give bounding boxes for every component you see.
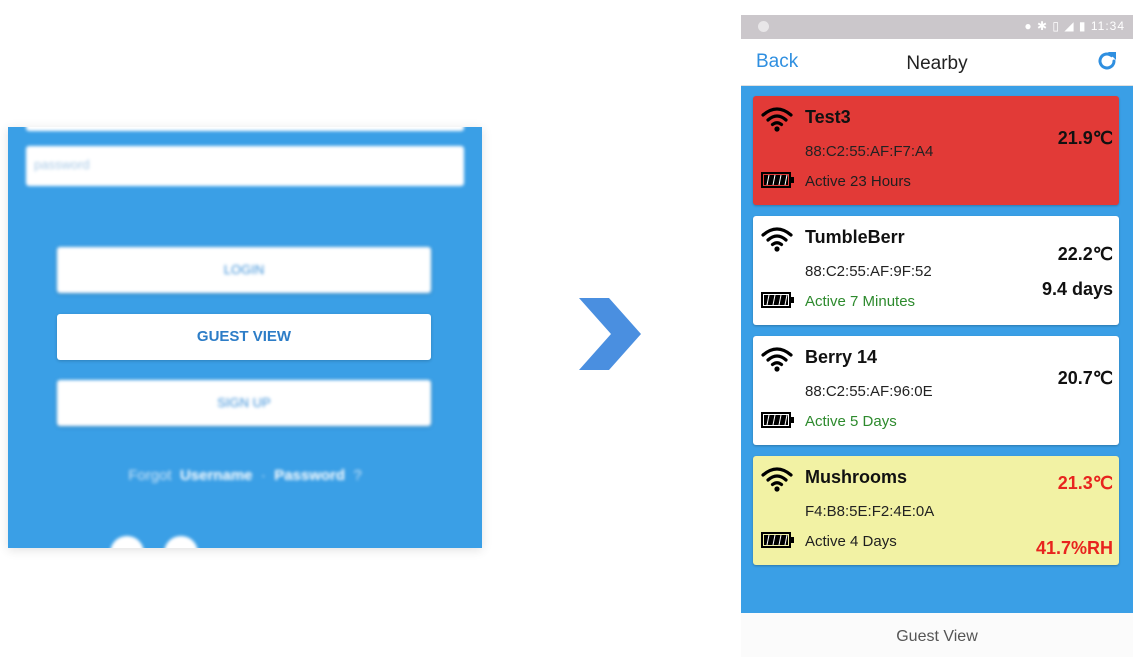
device-activity: Active 23 Hours [805, 173, 911, 190]
device-card[interactable]: TumbleBerr 88:C2:55:AF:9F:52 Active 7 Mi… [753, 216, 1119, 325]
guest-view-footer: Guest View [741, 613, 1133, 657]
device-temperature: 21.9℃ [1057, 128, 1113, 148]
device-name: Mushrooms [805, 467, 908, 487]
vibrate-icon: ▯ [1052, 19, 1060, 33]
wifi-signal-icon [761, 107, 793, 132]
login-button[interactable]: LOGIN [57, 247, 431, 293]
device-activity: Active 7 Minutes [805, 293, 916, 310]
device-card[interactable]: Test3 88:C2:55:AF:F7:A4 Active 23 Hours … [753, 96, 1119, 205]
device-name: Test3 [805, 107, 851, 127]
guest-view-button[interactable]: GUEST VIEW [57, 314, 431, 360]
refresh-icon[interactable] [1095, 49, 1119, 73]
password-placeholder: password [34, 157, 90, 172]
device-mac: 88:C2:55:AF:9F:52 [805, 263, 932, 280]
device-temperature: 22.2℃ [1057, 244, 1113, 264]
device-temperature: 20.7℃ [1057, 368, 1113, 388]
signup-button[interactable]: SIGN UP [57, 380, 431, 426]
bluetooth-icon: ✱ [1036, 19, 1049, 33]
status-icons: ● ✱ ▯ ◢ ▮ 11:34 [1024, 19, 1125, 33]
social-icon[interactable] [110, 536, 144, 548]
nav-bar: Back Nearby [741, 39, 1133, 86]
location-icon: ● [1024, 19, 1033, 33]
forgot-suffix: ? [353, 467, 362, 484]
battery-icon: ▮ [1078, 19, 1087, 33]
device-battery-life: 9.4 days [1041, 279, 1113, 299]
wifi-signal-icon [761, 467, 793, 492]
battery-icon [761, 292, 794, 308]
username-field[interactable] [26, 127, 464, 131]
forgot-prefix: Forgot [128, 467, 172, 484]
device-temperature: 21.3℃ [1057, 473, 1113, 493]
forgot-credentials-link[interactable]: Forgot Username · Password ? [8, 467, 482, 484]
chevron-right-icon [579, 298, 641, 370]
forgot-password-link[interactable]: Password [274, 467, 345, 484]
device-name: Berry 14 [805, 347, 878, 367]
page-title: Nearby [906, 53, 968, 74]
signal-icon: ◢ [1064, 19, 1075, 33]
battery-icon [761, 532, 794, 548]
forgot-username-link[interactable]: Username [180, 467, 253, 484]
wifi-signal-icon [761, 347, 793, 372]
status-bar: ● ✱ ▯ ◢ ▮ 11:34 [741, 15, 1133, 39]
device-card[interactable]: Mushrooms F4:B8:5E:F2:4E:0A Active 4 Day… [753, 456, 1119, 565]
password-field[interactable]: password [26, 146, 464, 186]
device-activity: Active 4 Days [805, 533, 897, 550]
device-mac: F4:B8:5E:F2:4E:0A [805, 503, 935, 520]
phone-screen: ● ✱ ▯ ◢ ▮ 11:34 Back Nearby Test3 88:C2:… [741, 15, 1133, 657]
device-name: TumbleBerr [805, 227, 905, 247]
wifi-signal-icon [761, 227, 793, 252]
notification-dot [758, 21, 769, 32]
battery-icon [761, 412, 794, 428]
battery-icon [761, 172, 794, 188]
device-mac: 88:C2:55:AF:F7:A4 [805, 143, 934, 160]
forgot-separator: · [260, 467, 266, 484]
device-activity: Active 5 Days [805, 413, 897, 430]
login-screen-preview: password LOGIN SIGN UP Forgot Username ·… [8, 127, 482, 548]
social-icon[interactable] [164, 536, 198, 548]
status-time: 11:34 [1090, 19, 1125, 33]
device-mac: 88:C2:55:AF:96:0E [805, 383, 933, 400]
device-card[interactable]: Berry 14 88:C2:55:AF:96:0E Active 5 Days… [753, 336, 1119, 445]
device-humidity: 41.7%RH [1035, 538, 1113, 558]
